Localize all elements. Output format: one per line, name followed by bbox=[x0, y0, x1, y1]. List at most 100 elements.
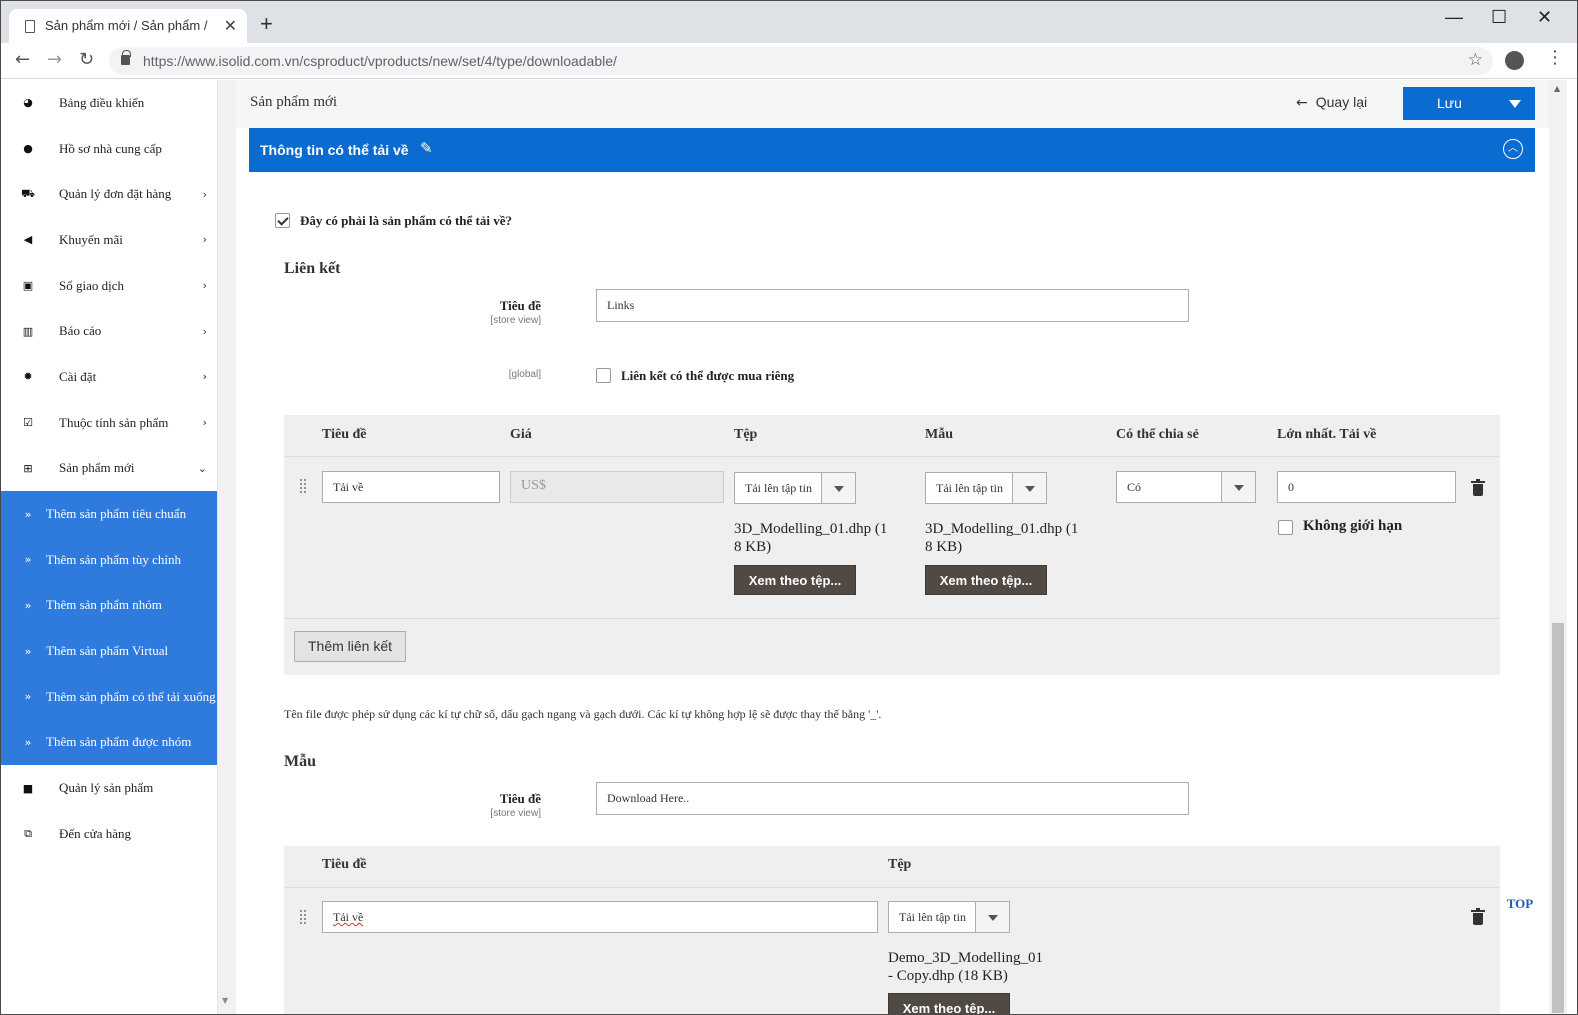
url-text: https://www.isolid.com.vn/csproduct/vpro… bbox=[143, 53, 617, 69]
sidebar-item-label: Thuộc tính sản phẩm bbox=[59, 414, 169, 430]
save-button[interactable]: Lưu bbox=[1403, 87, 1535, 120]
sidebar-item-product-attributes[interactable]: ☑ Thuộc tính sản phẩm › bbox=[1, 400, 217, 446]
link-price-input[interactable]: US$ bbox=[510, 471, 724, 503]
sidebar-item-label: Báo cáo bbox=[59, 323, 102, 339]
link-shareable-select[interactable]: Có bbox=[1116, 471, 1256, 503]
chevron-down-icon[interactable] bbox=[821, 473, 855, 503]
sidebar-item-vendor-profile[interactable]: ● Hồ sơ nhà cung cấp bbox=[1, 126, 217, 172]
sidebar-subitem-label: Thêm sản phẩm tùy chỉnh bbox=[46, 551, 182, 567]
link-sample-browse-button[interactable]: Xem theo tệp... bbox=[925, 565, 1047, 595]
samples-title-input[interactable]: Download Here.. bbox=[596, 782, 1189, 815]
close-window-button[interactable]: ✕ bbox=[1537, 7, 1552, 28]
drag-handle-icon[interactable] bbox=[299, 909, 307, 924]
page-title: Sản phẩm mới bbox=[250, 94, 338, 110]
forward-arrow-icon[interactable]: → bbox=[47, 49, 62, 70]
browser-tab[interactable]: Sản phẩm mới / Sản phẩm / ✕ bbox=[9, 9, 247, 44]
downloadable-section-body: Đây có phải là sản phẩm có thể tải về? L… bbox=[249, 172, 1535, 1015]
sidebar-item-promotions[interactable]: ◀ Khuyến mãi › bbox=[1, 217, 217, 263]
sidebar-subitem-configurable[interactable]: » Thêm sản phẩm tùy chỉnh bbox=[1, 536, 217, 583]
sample-file-type-value: Tải lên tập tin bbox=[899, 910, 966, 924]
link-sample-name: 3D_Modelling_01.dhp (1 bbox=[925, 521, 1079, 537]
unlimited-label: Không giới hạn bbox=[1303, 518, 1403, 534]
is-downloadable-label: Đây có phải là sản phẩm có thể tải về? bbox=[300, 213, 512, 228]
sidebar-item-transactions[interactable]: ▣ Sổ giao dịch › bbox=[1, 263, 217, 309]
section-header[interactable]: Thông tin có thể tải về ✎ ︿ bbox=[249, 128, 1535, 172]
cart-icon: ⛟ bbox=[21, 186, 35, 200]
pencil-icon[interactable]: ✎ bbox=[420, 139, 433, 157]
checkbox-icon: ☑ bbox=[23, 416, 33, 430]
chevron-down-icon[interactable] bbox=[1221, 472, 1255, 502]
trash-icon[interactable] bbox=[1471, 479, 1485, 496]
folder-icon: ■ bbox=[22, 781, 34, 795]
sidebar-subitem-downloadable[interactable]: » Thêm sản phẩm có thể tải xuống bbox=[1, 673, 217, 720]
sidebar-item-go-to-store[interactable]: ⧉ Đến cửa hàng bbox=[1, 811, 217, 857]
url-field[interactable]: https://www.isolid.com.vn/csproduct/vpro… bbox=[109, 47, 1493, 75]
user-icon: ● bbox=[23, 142, 33, 156]
sample-title-input[interactable]: Tải về bbox=[322, 901, 878, 933]
col-shareable: Có thể chia sẻ bbox=[1116, 427, 1199, 442]
sidebar-item-new-product[interactable]: ⊞ Sản phẩm mới ⌄ bbox=[1, 446, 217, 492]
sidebar-item-orders[interactable]: ⛟ Quản lý đơn đặt hàng › bbox=[1, 171, 217, 217]
sample-file-browse-button[interactable]: Xem theo tệp... bbox=[888, 993, 1010, 1015]
scroll-down-icon[interactable]: ▼ bbox=[222, 996, 228, 1005]
sidebar-item-label: Quản lý đơn đặt hàng bbox=[59, 186, 172, 202]
links-heading: Liên kết bbox=[284, 260, 341, 277]
sidebar-item-settings[interactable]: ✹ Cài đặt › bbox=[1, 354, 217, 400]
back-arrow-icon: ← bbox=[1296, 95, 1308, 111]
sidebar-subitem-grouped[interactable]: » Thêm sản phẩm được nhóm bbox=[1, 719, 217, 766]
link-file-browse-button[interactable]: Xem theo tệp... bbox=[734, 565, 856, 595]
more-vert-icon[interactable]: ⋮ bbox=[1546, 47, 1564, 68]
maximize-button[interactable]: ☐ bbox=[1491, 7, 1507, 28]
caret-down-icon[interactable] bbox=[1509, 100, 1521, 108]
links-title-input[interactable]: Links bbox=[596, 289, 1189, 322]
link-title-input[interactable]: Tải về bbox=[322, 471, 500, 503]
sidebar-item-label: Cài đặt bbox=[59, 368, 97, 384]
links-separate-label: Liên kết có thể được mua riêng bbox=[621, 368, 795, 383]
section-title: Thông tin có thể tải về bbox=[260, 142, 409, 158]
sidebar-item-reports[interactable]: ▥ Báo cáo › bbox=[1, 308, 217, 354]
double-chevron-icon: » bbox=[24, 507, 32, 521]
trash-icon[interactable] bbox=[1471, 908, 1485, 925]
minimize-button[interactable]: — bbox=[1445, 7, 1463, 28]
back-button-label: Quay lại bbox=[1315, 94, 1368, 110]
is-downloadable-checkbox[interactable] bbox=[275, 213, 290, 228]
profile-icon[interactable] bbox=[1505, 51, 1524, 70]
unlimited-checkbox[interactable] bbox=[1278, 520, 1293, 535]
links-separate-checkbox[interactable] bbox=[596, 368, 611, 383]
sidebar-subitem-virtual[interactable]: » Thêm sản phẩm Virtual bbox=[1, 628, 217, 674]
link-file-type-select[interactable]: Tải lên tập tin bbox=[734, 472, 856, 504]
back-arrow-icon[interactable]: ← bbox=[15, 49, 30, 70]
sidebar-item-label: Đến cửa hàng bbox=[59, 825, 132, 841]
sidebar-item-label: Sổ giao dịch bbox=[59, 277, 124, 293]
sidebar-scrollbar[interactable]: ▼ bbox=[218, 80, 236, 1015]
scrollbar-thumb[interactable] bbox=[1552, 623, 1564, 1013]
sidebar-subitem-standard[interactable]: » Thêm sản phẩm tiêu chuẩn bbox=[1, 491, 217, 537]
browser-tab-bar: Sản phẩm mới / Sản phẩm / ✕ + — ☐ ✕ bbox=[0, 0, 1578, 44]
back-button[interactable]: ← Quay lại bbox=[1296, 94, 1367, 111]
money-icon: ▣ bbox=[22, 279, 34, 293]
store-view-scope: [store view] bbox=[490, 315, 541, 326]
scroll-to-top-link[interactable]: TOP bbox=[1502, 891, 1538, 917]
sidebar-subitem-bundle[interactable]: » Thêm sản phẩm nhóm bbox=[1, 582, 217, 629]
new-tab-button[interactable]: + bbox=[260, 11, 273, 37]
chevron-down-icon[interactable] bbox=[1012, 473, 1046, 503]
add-link-button[interactable]: Thêm liên kết bbox=[294, 631, 407, 662]
sidebar-item-manage-products[interactable]: ■ Quản lý sản phẩm bbox=[1, 765, 217, 811]
link-sample-type-select[interactable]: Tải lên tập tin bbox=[925, 472, 1047, 504]
links-title-label: Tiêu đề bbox=[499, 298, 541, 313]
page-scrollbar[interactable]: ▲ bbox=[1549, 80, 1567, 1015]
star-icon[interactable]: ☆ bbox=[1468, 50, 1483, 70]
tab-close-icon[interactable]: ✕ bbox=[224, 16, 237, 36]
reload-icon[interactable]: ↻ bbox=[79, 49, 94, 70]
sidebar-item-dashboard[interactable]: ◕ Bảng điều khiển bbox=[1, 80, 217, 126]
drag-handle-icon[interactable] bbox=[299, 478, 307, 493]
link-max-downloads-input[interactable]: 0 bbox=[1277, 471, 1456, 503]
scroll-up-icon[interactable]: ▲ bbox=[1554, 84, 1560, 93]
sidebar-subitem-label: Thêm sản phẩm tiêu chuẩn bbox=[46, 506, 187, 522]
chevron-down-icon[interactable] bbox=[975, 902, 1009, 932]
double-chevron-icon: » bbox=[24, 553, 32, 567]
sample-file-type-select[interactable]: Tải lên tập tin bbox=[888, 901, 1010, 933]
sample-file-name-cont: - Copy.dhp (18 KB) bbox=[888, 968, 1008, 984]
collapse-icon[interactable]: ︿ bbox=[1503, 139, 1523, 159]
sidebar-item-label: Khuyến mãi bbox=[59, 231, 123, 247]
